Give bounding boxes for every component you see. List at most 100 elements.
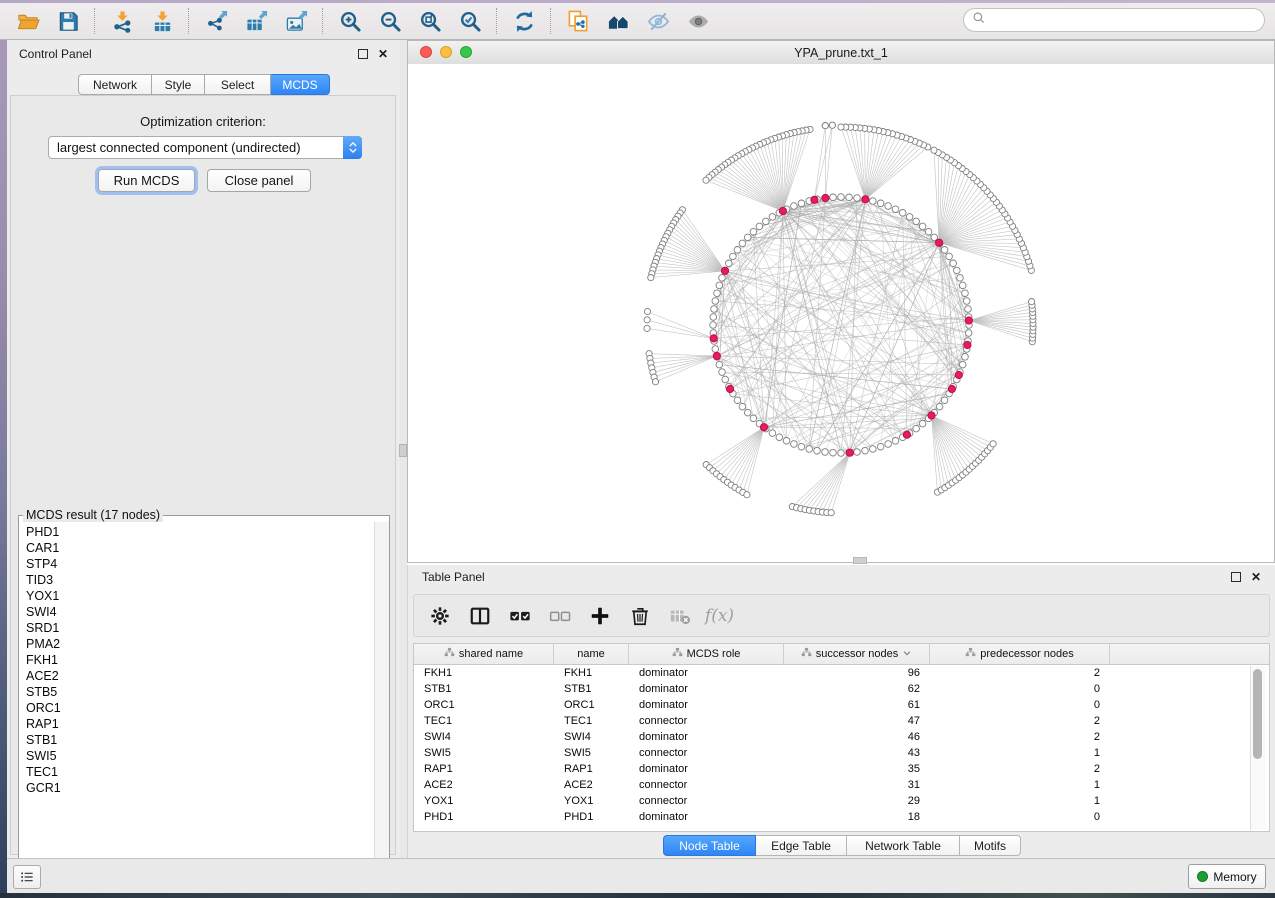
tab-style[interactable]: Style bbox=[152, 74, 205, 95]
float-panel-icon[interactable] bbox=[358, 49, 368, 59]
mcds-hub-node[interactable] bbox=[713, 352, 720, 359]
mcds-hub-node[interactable] bbox=[822, 194, 829, 201]
ring-node[interactable] bbox=[791, 441, 798, 448]
mcds-result-list[interactable]: PHD1CAR1STP4TID3YOX1SWI4SRD1PMA2FKH1ACE2… bbox=[19, 522, 389, 882]
mcds-result-item[interactable]: FKH1 bbox=[26, 652, 389, 668]
ring-node[interactable] bbox=[877, 443, 884, 450]
ring-node[interactable] bbox=[719, 275, 726, 282]
mcds-hub-node[interactable] bbox=[710, 335, 717, 342]
ring-node[interactable] bbox=[710, 314, 717, 321]
table-row[interactable]: ORC1ORC1dominator610 bbox=[414, 697, 1269, 713]
ring-node[interactable] bbox=[763, 218, 770, 225]
tab-network[interactable]: Network bbox=[78, 74, 152, 95]
ring-node[interactable] bbox=[806, 446, 813, 453]
open-file-button[interactable] bbox=[8, 6, 48, 36]
network-titlebar[interactable]: YPA_prune.txt_1 bbox=[408, 41, 1274, 65]
ring-node[interactable] bbox=[739, 403, 746, 410]
import-network-button[interactable] bbox=[102, 6, 142, 36]
mcds-result-item[interactable]: SRD1 bbox=[26, 620, 389, 636]
ring-node[interactable] bbox=[739, 240, 746, 247]
window-zoom-light[interactable] bbox=[460, 46, 472, 58]
ring-node[interactable] bbox=[838, 194, 845, 201]
column-header-shared-name[interactable]: shared name bbox=[414, 644, 554, 664]
ring-node[interactable] bbox=[950, 260, 957, 267]
table-row[interactable]: YOX1YOX1connector291 bbox=[414, 793, 1269, 809]
ring-node[interactable] bbox=[919, 223, 926, 230]
ring-node[interactable] bbox=[899, 210, 906, 217]
apply-layout-button[interactable] bbox=[504, 6, 544, 36]
search-input[interactable] bbox=[986, 12, 1264, 28]
ring-node[interactable] bbox=[791, 203, 798, 210]
ring-node[interactable] bbox=[913, 218, 920, 225]
close-panel-icon[interactable]: ✕ bbox=[378, 48, 388, 60]
show-all-button[interactable] bbox=[678, 6, 718, 36]
mcds-result-item[interactable]: TID3 bbox=[26, 572, 389, 588]
ring-node[interactable] bbox=[730, 253, 737, 260]
import-table-button[interactable] bbox=[142, 6, 182, 36]
ring-node[interactable] bbox=[906, 214, 913, 221]
leaf-node[interactable] bbox=[822, 123, 828, 129]
ring-node[interactable] bbox=[892, 438, 899, 445]
column-header-name[interactable]: name bbox=[554, 644, 629, 664]
table-scrollbar[interactable] bbox=[1250, 666, 1266, 830]
mcds-result-item[interactable]: STB1 bbox=[26, 732, 389, 748]
ring-node[interactable] bbox=[962, 290, 969, 297]
ring-node[interactable] bbox=[854, 449, 861, 456]
ring-node[interactable] bbox=[925, 228, 932, 235]
save-button[interactable] bbox=[48, 6, 88, 36]
float-table-panel-icon[interactable] bbox=[1231, 572, 1241, 582]
memory-button[interactable]: Memory bbox=[1188, 864, 1266, 889]
zoom-out-button[interactable] bbox=[370, 6, 410, 36]
mcds-hub-node[interactable] bbox=[811, 196, 818, 203]
close-panel-button[interactable]: Close panel bbox=[207, 169, 311, 192]
leaf-node[interactable] bbox=[652, 379, 658, 385]
mcds-hub-node[interactable] bbox=[903, 431, 910, 438]
leaf-node[interactable] bbox=[1029, 299, 1035, 305]
ring-node[interactable] bbox=[946, 253, 953, 260]
column-header-successor-nodes[interactable]: successor nodes bbox=[784, 644, 930, 664]
ring-node[interactable] bbox=[957, 275, 964, 282]
ring-node[interactable] bbox=[963, 298, 970, 305]
ring-node[interactable] bbox=[750, 228, 757, 235]
ring-node[interactable] bbox=[870, 198, 877, 205]
mcds-hub-node[interactable] bbox=[928, 412, 935, 419]
optimization-dropdown[interactable]: largest connected component (undirected) bbox=[48, 136, 362, 159]
mcds-result-item[interactable]: TEC1 bbox=[26, 764, 389, 780]
mcds-hub-node[interactable] bbox=[936, 239, 943, 246]
table-row[interactable]: PHD1PHD1dominator180 bbox=[414, 809, 1269, 825]
ring-node[interactable] bbox=[769, 214, 776, 221]
panel-list-button[interactable] bbox=[13, 865, 41, 889]
mcds-result-item[interactable]: RAP1 bbox=[26, 716, 389, 732]
ring-node[interactable] bbox=[862, 447, 869, 454]
zoom-in-button[interactable] bbox=[330, 6, 370, 36]
tab-edge-table[interactable]: Edge Table bbox=[756, 835, 847, 856]
ring-node[interactable] bbox=[744, 234, 751, 241]
settings-button[interactable] bbox=[426, 602, 453, 629]
mcds-hub-node[interactable] bbox=[964, 341, 971, 348]
leaf-node[interactable] bbox=[703, 177, 709, 183]
window-minimize-light[interactable] bbox=[440, 46, 452, 58]
ring-node[interactable] bbox=[712, 298, 719, 305]
select-all-button[interactable] bbox=[506, 602, 533, 629]
mcds-result-item[interactable]: YOX1 bbox=[26, 588, 389, 604]
ring-node[interactable] bbox=[716, 282, 723, 289]
ring-node[interactable] bbox=[726, 260, 733, 267]
tab-select[interactable]: Select bbox=[205, 74, 271, 95]
window-close-light[interactable] bbox=[420, 46, 432, 58]
mcds-result-item[interactable]: ACE2 bbox=[26, 668, 389, 684]
horizontal-splitter-handle[interactable] bbox=[853, 557, 867, 564]
ring-node[interactable] bbox=[941, 247, 948, 254]
mcds-hub-node[interactable] bbox=[965, 317, 972, 324]
mcds-result-item[interactable]: PHD1 bbox=[26, 524, 389, 540]
first-neighbors-button[interactable] bbox=[598, 6, 638, 36]
export-table-button[interactable] bbox=[236, 6, 276, 36]
ring-node[interactable] bbox=[954, 267, 961, 274]
ring-node[interactable] bbox=[719, 369, 726, 376]
ring-node[interactable] bbox=[870, 446, 877, 453]
ring-node[interactable] bbox=[750, 415, 757, 422]
table-row[interactable]: TEC1TEC1connector472 bbox=[414, 713, 1269, 729]
delete-button[interactable] bbox=[626, 602, 653, 629]
table-row[interactable]: SWI5SWI5connector431 bbox=[414, 745, 1269, 761]
column-header-predecessor-nodes[interactable]: predecessor nodes bbox=[930, 644, 1110, 664]
leaf-node[interactable] bbox=[644, 317, 650, 323]
